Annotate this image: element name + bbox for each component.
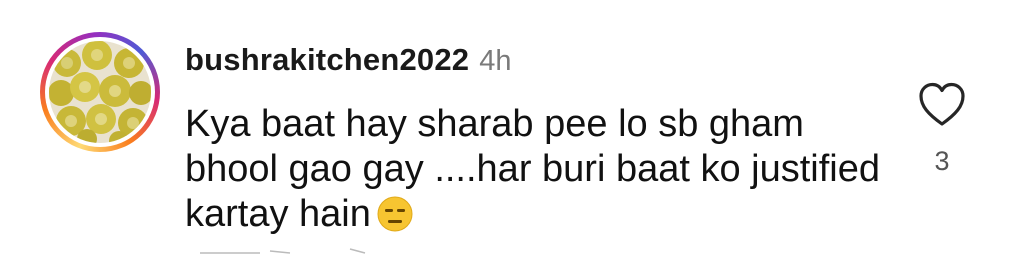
avatar-ring-gap	[45, 37, 155, 147]
comment-timestamp: 4h	[479, 45, 512, 77]
username-link[interactable]: bushrakitchen2022	[185, 42, 469, 78]
comment-item: bushrakitchen2022 4h Kya baat hay sharab…	[0, 0, 1024, 254]
comment-text: Kya baat hay sharab pee lo sb gham bhool…	[185, 103, 881, 235]
heart-outline-icon	[919, 82, 965, 126]
avatar[interactable]	[49, 41, 151, 143]
expressionless-face-icon	[377, 196, 413, 243]
comment-header: bushrakitchen2022 4h	[185, 42, 512, 78]
next-comment-cutoff	[200, 248, 366, 254]
comment-body: Kya baat hay sharab pee lo sb gham bhool…	[185, 102, 885, 243]
like-count: 3	[934, 146, 950, 176]
sweets-image	[49, 41, 151, 143]
like-button[interactable]	[918, 82, 966, 128]
avatar-story-ring[interactable]	[40, 32, 160, 152]
